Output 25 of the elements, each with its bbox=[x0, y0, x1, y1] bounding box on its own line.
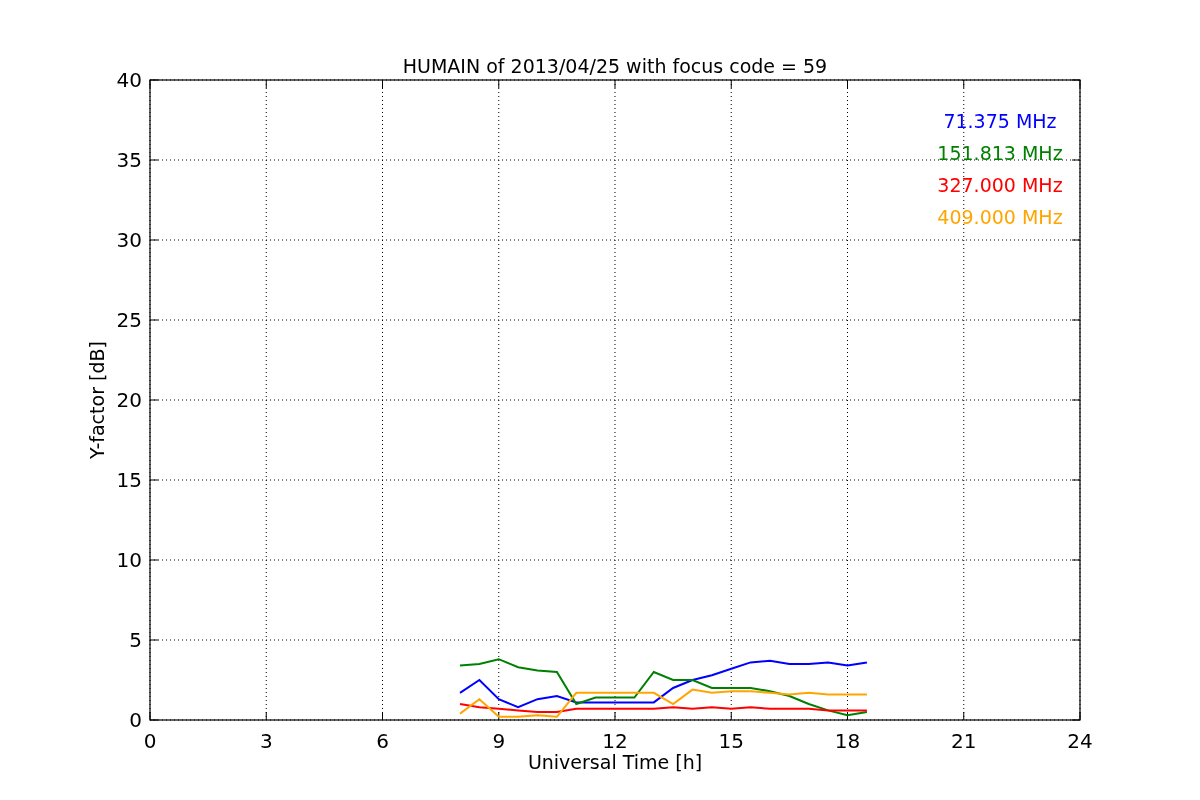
legend-entry: 71.375 MHz bbox=[943, 110, 1057, 132]
legend-entry: 409.000 MHz bbox=[937, 206, 1063, 228]
tick-label: 35 bbox=[116, 148, 142, 172]
tick-label: 0 bbox=[143, 729, 157, 753]
axis-label: Y-factor [dB] bbox=[86, 341, 108, 459]
tick-label: 25 bbox=[116, 308, 142, 332]
tick-label: 15 bbox=[116, 468, 142, 492]
tick-label: 15 bbox=[718, 729, 744, 753]
tick-label: 0 bbox=[129, 708, 142, 732]
chart-title: HUMAIN of 2013/04/25 with focus code = 59 bbox=[402, 55, 828, 77]
tick-label: 10 bbox=[116, 548, 142, 572]
tick-label: 18 bbox=[834, 729, 861, 753]
legend-entry: 327.000 MHz bbox=[937, 174, 1063, 196]
tick-label: 30 bbox=[116, 228, 142, 252]
legend-entry: 151.813 MHz bbox=[937, 142, 1063, 164]
tick-label: 12 bbox=[602, 729, 628, 753]
tick-label: 21 bbox=[951, 729, 977, 753]
tick-label: 5 bbox=[129, 628, 142, 652]
tick-label: 9 bbox=[492, 729, 506, 753]
tick-label: 40 bbox=[116, 68, 142, 92]
tick-label: 3 bbox=[259, 729, 273, 753]
axis-label: Universal Time [h] bbox=[527, 751, 703, 773]
tick-label: 6 bbox=[376, 729, 389, 753]
tick-label: 24 bbox=[1067, 729, 1093, 753]
tick-label: 20 bbox=[116, 388, 142, 412]
